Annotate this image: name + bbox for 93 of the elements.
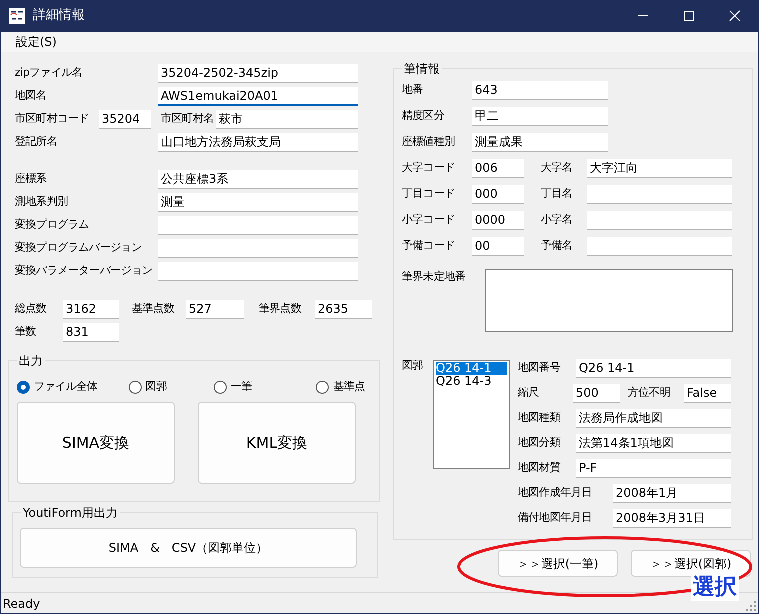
- radio-label: 一筆: [230, 378, 252, 395]
- window-title: 詳細情報: [33, 7, 85, 26]
- text-field[interactable]: 0000: [472, 210, 524, 230]
- field-label: 変換プログラムバージョン: [15, 240, 144, 256]
- field-label: 地図分類: [518, 435, 562, 452]
- status-text: Ready: [3, 596, 40, 612]
- text-field[interactable]: P-F: [576, 459, 731, 478]
- text-field[interactable]: False: [684, 384, 731, 403]
- text-field[interactable]: 00: [472, 236, 524, 256]
- field-label: 地番: [402, 82, 424, 98]
- field-label: 大字コード: [402, 160, 456, 176]
- menu-item[interactable]: 設定(S): [16, 33, 57, 51]
- field-label: 筆界点数: [259, 301, 302, 318]
- text-field[interactable]: [158, 239, 358, 258]
- maximize-icon[interactable]: [683, 10, 695, 22]
- field-label: 総点数: [15, 301, 48, 318]
- radio-label: ファイル全体: [34, 378, 98, 395]
- text-field[interactable]: 山口地方法務局萩支局: [158, 133, 358, 152]
- group-title: 筆情報: [402, 60, 442, 78]
- field-label: 市区町村名: [161, 111, 216, 128]
- field-label: 予備名: [541, 238, 574, 254]
- field-label: 変換プログラム: [15, 217, 90, 234]
- field-label: 丁目コード: [402, 186, 456, 202]
- annotation-label: 選択: [691, 575, 739, 601]
- text-field[interactable]: 大字江向: [587, 158, 732, 178]
- field-label: 精度区分: [402, 108, 446, 124]
- radio-label: 図郭: [146, 378, 167, 395]
- field-label: 地図番号: [518, 360, 562, 376]
- field-label: 市区町村コード: [15, 111, 90, 128]
- field-label: 地図名: [15, 88, 48, 104]
- field-label: 図郭: [402, 358, 424, 374]
- text-field[interactable]: 500: [573, 384, 620, 403]
- text-field[interactable]: 公共座標3系: [158, 170, 358, 189]
- text-field[interactable]: [587, 184, 732, 204]
- text-field[interactable]: 2008年1月: [613, 484, 731, 503]
- field-label: 方位不明: [628, 385, 672, 402]
- text-field[interactable]: 萩市: [216, 110, 358, 129]
- radio-button[interactable]: [214, 380, 227, 394]
- text-field[interactable]: AWS1emukai20A01: [158, 87, 358, 106]
- text-field[interactable]: 831: [63, 323, 119, 342]
- field-label: 地図作成年月日: [518, 485, 594, 502]
- field-label: 座標系: [15, 171, 48, 188]
- text-field[interactable]: 法務局作成地図: [576, 409, 731, 428]
- field-label: 予備コード: [402, 238, 456, 254]
- text-field[interactable]: 法第14条1項地図: [576, 434, 731, 453]
- text-field[interactable]: Q26 14-1: [576, 359, 731, 378]
- field-label: 小字名: [541, 212, 574, 228]
- export-button[interactable]: SIMA & CSV（図郭単位）: [20, 528, 357, 568]
- text-field[interactable]: 甲二: [472, 106, 608, 126]
- radio-button[interactable]: [17, 380, 30, 394]
- select-button[interactable]: ＞＞選択(一筆): [498, 550, 618, 577]
- select-button[interactable]: ＞＞選択(図郭): [631, 550, 751, 577]
- text-field[interactable]: 測量: [158, 193, 358, 212]
- field-label: 小字コード: [402, 212, 456, 228]
- list-item[interactable]: Q26 14-3: [436, 375, 507, 388]
- field-label: 登記所名: [15, 134, 58, 150]
- field-label: 縮尺: [518, 385, 540, 402]
- text-field[interactable]: 測量成果: [472, 132, 608, 152]
- radio-label: 基準点: [333, 378, 366, 395]
- text-area[interactable]: [485, 269, 733, 332]
- text-field[interactable]: 006: [472, 158, 524, 178]
- close-icon[interactable]: [729, 10, 741, 22]
- text-field[interactable]: 2008年3月31日: [613, 509, 731, 528]
- text-field[interactable]: 2635: [315, 300, 372, 319]
- field-label: 大字名: [541, 160, 574, 176]
- text-field[interactable]: [587, 236, 732, 256]
- resize-grip-icon[interactable]: [746, 601, 756, 611]
- field-label: 筆数: [15, 324, 38, 340]
- field-label: 地図種類: [518, 410, 562, 426]
- field-label: 変換パラメーターバージョン: [15, 263, 154, 280]
- field-label: 基準点数: [132, 301, 176, 318]
- text-field[interactable]: [158, 216, 358, 235]
- field-label: zipファイル名: [15, 65, 84, 82]
- convert-button[interactable]: SIMA変換: [17, 402, 175, 484]
- field-label: 測地系判別: [15, 194, 70, 210]
- text-field[interactable]: 3162: [63, 300, 119, 319]
- text-field[interactable]: 000: [472, 184, 524, 204]
- text-field[interactable]: [158, 262, 358, 281]
- text-field[interactable]: [587, 210, 732, 230]
- field-label: 備付地図年月日: [518, 510, 594, 526]
- text-field[interactable]: 527: [186, 300, 244, 319]
- field-label: 座標値種別: [402, 134, 456, 150]
- text-field[interactable]: 35204: [99, 110, 151, 129]
- field-label: 丁目名: [541, 186, 574, 202]
- app-icon: [9, 8, 25, 24]
- field-label: 筆界未定地番: [402, 269, 467, 285]
- text-field[interactable]: 643: [472, 80, 608, 100]
- field-label: 地図材質: [518, 460, 562, 476]
- list-item[interactable]: Q26 14-1: [436, 362, 507, 375]
- text-field[interactable]: 35204-2502-345zip: [158, 64, 358, 83]
- radio-button[interactable]: [128, 380, 142, 394]
- convert-button[interactable]: KML変換: [198, 402, 356, 484]
- radio-button[interactable]: [316, 380, 330, 394]
